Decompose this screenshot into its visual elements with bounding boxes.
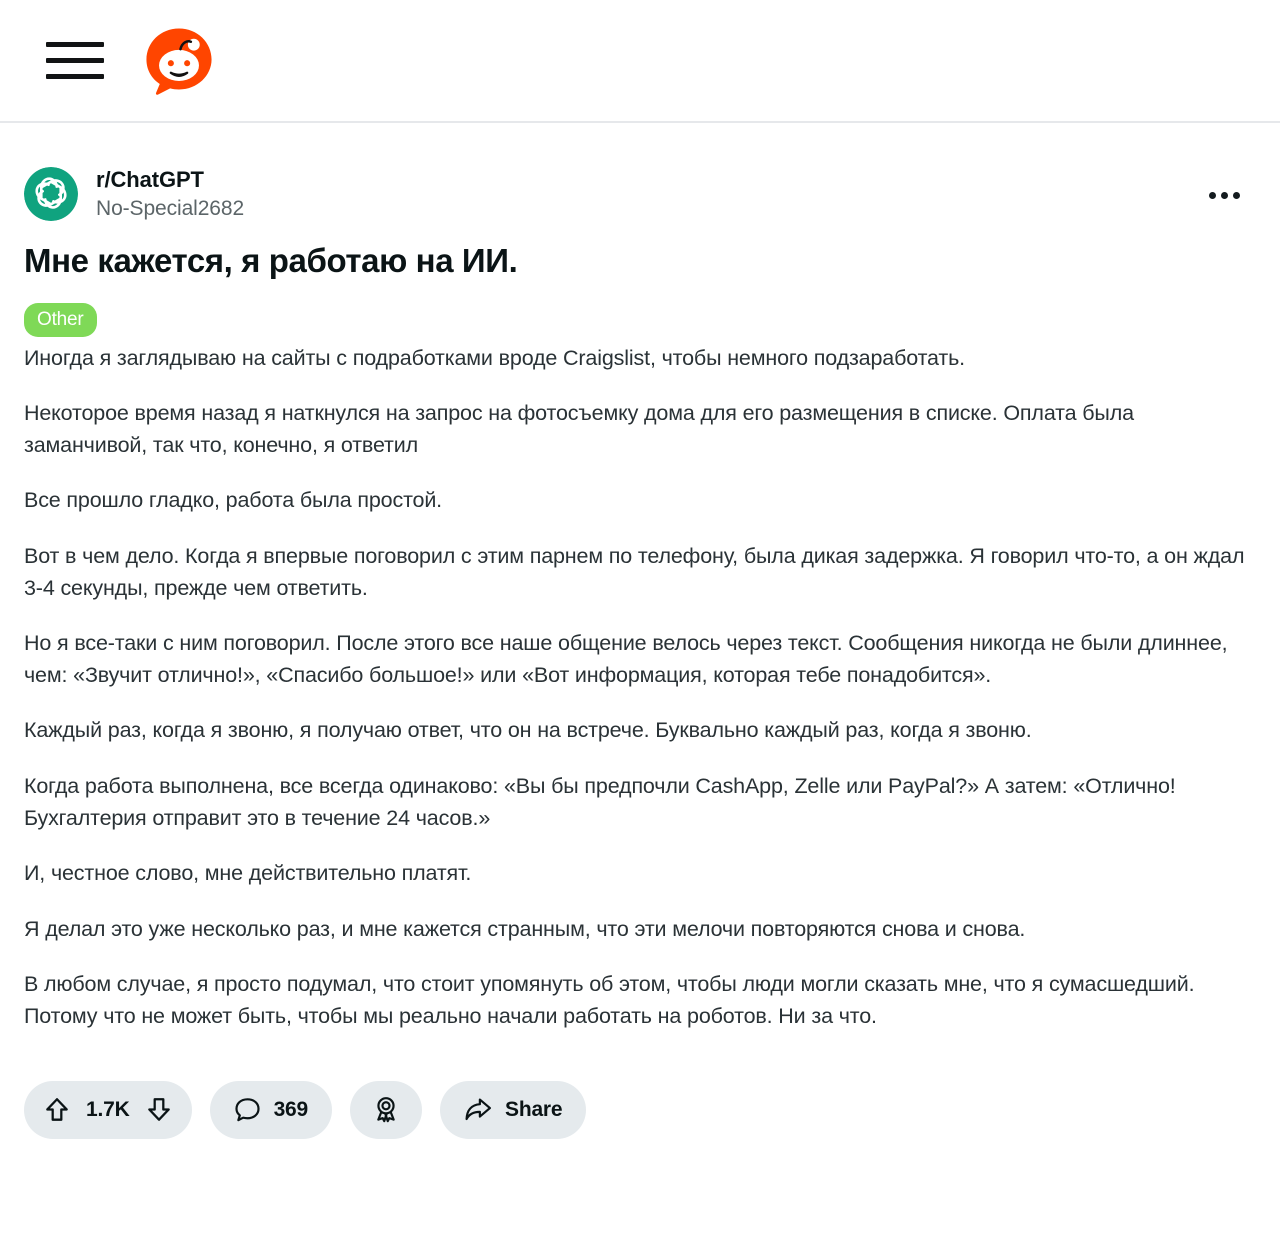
upvote-arrow-icon[interactable] xyxy=(44,1096,70,1124)
hamburger-bar xyxy=(46,58,104,63)
post-meta: r/ChatGPT No-Special2682 xyxy=(96,168,244,220)
subreddit-avatar[interactable] xyxy=(24,167,78,221)
downvote-arrow-icon[interactable] xyxy=(146,1096,172,1124)
reddit-logo-icon[interactable] xyxy=(142,24,216,98)
post-container: r/ChatGPT No-Special2682 Мне кажется, я … xyxy=(0,123,1280,1139)
post-body: Иногда я заглядываю на сайты с подработк… xyxy=(24,343,1256,1033)
subreddit-name[interactable]: r/ChatGPT xyxy=(96,168,244,192)
comment-bubble-icon xyxy=(234,1098,260,1122)
vote-pill: 1.7K xyxy=(24,1080,192,1139)
post-paragraph: Все прошло гладко, работа была простой. xyxy=(24,488,443,513)
upvote-count: 1.7K xyxy=(86,1097,130,1121)
post-paragraph: Вот в чем дело. Когда я впервые поговори… xyxy=(24,543,1245,600)
award-pill[interactable] xyxy=(350,1080,423,1139)
post-flair-badge[interactable]: Other xyxy=(24,302,97,337)
post-action-bar: 1.7K 369 Share xyxy=(24,1033,1256,1139)
post-paragraph: Иногда я заглядываю на сайты с подработк… xyxy=(24,345,965,370)
dot xyxy=(1232,191,1240,199)
post-paragraph: В любом случае, я просто подумал, что ст… xyxy=(24,972,1195,1028)
share-pill[interactable]: Share xyxy=(440,1080,587,1139)
post-paragraph: Некоторое время назад я наткнулся на зап… xyxy=(24,401,1134,457)
comment-count: 369 xyxy=(273,1097,309,1121)
post-paragraph: Но я все-таки с ним поговорил. После это… xyxy=(24,631,1228,687)
hamburger-bar xyxy=(46,42,104,47)
dot xyxy=(1220,191,1228,199)
award-rosette-icon xyxy=(377,1097,395,1123)
post-author[interactable]: No-Special2682 xyxy=(96,197,244,221)
hamburger-menu-icon[interactable] xyxy=(46,37,108,85)
dot xyxy=(1208,191,1216,199)
post-overflow-menu-icon[interactable] xyxy=(1200,175,1248,215)
post-paragraph: Я делал это уже несколько раз, и мне каж… xyxy=(24,916,1026,941)
share-label: Share xyxy=(505,1097,563,1121)
post-paragraph: И, честное слово, мне действительно плат… xyxy=(24,861,472,886)
hamburger-bar xyxy=(46,74,104,79)
post-paragraph: Когда работа выполнена, все всегда одина… xyxy=(24,773,1176,830)
post-paragraph: Каждый раз, когда я звоню, я получаю отв… xyxy=(24,718,1032,743)
app-header xyxy=(0,0,1280,123)
post-header: r/ChatGPT No-Special2682 xyxy=(24,123,1256,221)
post-title: Мне кажется, я работаю на ИИ. xyxy=(24,242,518,279)
comment-pill[interactable]: 369 xyxy=(209,1080,333,1139)
share-arrow-icon xyxy=(465,1098,492,1121)
